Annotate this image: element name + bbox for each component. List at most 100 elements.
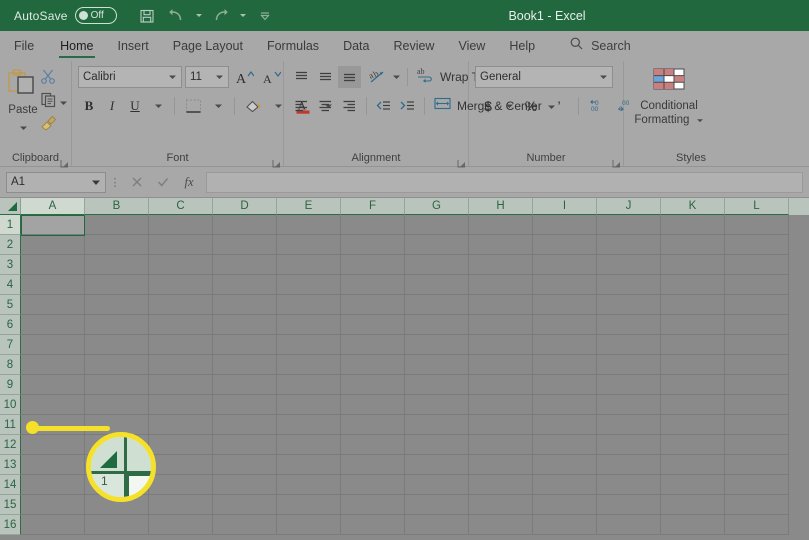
currency-dropdown-icon[interactable]	[503, 95, 516, 117]
bottom-align-button[interactable]	[338, 66, 361, 88]
cell-f10[interactable]	[341, 395, 405, 415]
cell-a16[interactable]	[21, 515, 85, 535]
cell-d15[interactable]	[213, 495, 277, 515]
cell-j16[interactable]	[597, 515, 661, 535]
cell-k10[interactable]	[661, 395, 725, 415]
column-header-j[interactable]: J	[597, 198, 661, 215]
borders-dropdown-icon[interactable]	[207, 95, 229, 117]
cell-h13[interactable]	[469, 455, 533, 475]
column-header-c[interactable]: C	[149, 198, 213, 215]
cell-d11[interactable]	[213, 415, 277, 435]
cell-a1[interactable]	[21, 215, 85, 235]
row-header-11[interactable]: 11	[0, 415, 21, 435]
cell-c16[interactable]	[149, 515, 213, 535]
row-header-13[interactable]: 13	[0, 455, 21, 475]
cell-a4[interactable]	[21, 275, 85, 295]
tab-review[interactable]: Review	[381, 31, 446, 61]
cell-k13[interactable]	[661, 455, 725, 475]
cell-a3[interactable]	[21, 255, 85, 275]
search-box[interactable]: Search	[569, 31, 631, 61]
fill-color-button[interactable]	[240, 95, 266, 117]
cell-a5[interactable]	[21, 295, 85, 315]
cell-b10[interactable]	[85, 395, 149, 415]
cell-i7[interactable]	[533, 335, 597, 355]
autosave-toggle[interactable]: Off	[74, 7, 117, 24]
cell-e5[interactable]	[277, 295, 341, 315]
cell-f15[interactable]	[341, 495, 405, 515]
row-header-12[interactable]: 12	[0, 435, 21, 455]
cell-l15[interactable]	[725, 495, 789, 515]
cell-g10[interactable]	[405, 395, 469, 415]
cell-a8[interactable]	[21, 355, 85, 375]
row-header-6[interactable]: 6	[0, 315, 21, 335]
alignment-dialog-launcher-icon[interactable]	[457, 155, 466, 168]
undo-icon[interactable]	[163, 4, 191, 28]
cell-g3[interactable]	[405, 255, 469, 275]
bold-button[interactable]: B	[78, 95, 100, 117]
cell-e8[interactable]	[277, 355, 341, 375]
cell-g16[interactable]	[405, 515, 469, 535]
row-header-5[interactable]: 5	[0, 295, 21, 315]
cell-c5[interactable]	[149, 295, 213, 315]
cell-f14[interactable]	[341, 475, 405, 495]
cell-e15[interactable]	[277, 495, 341, 515]
cell-d8[interactable]	[213, 355, 277, 375]
cancel-entry-icon[interactable]	[124, 171, 150, 193]
borders-button[interactable]	[180, 95, 206, 117]
cell-b2[interactable]	[85, 235, 149, 255]
cell-j8[interactable]	[597, 355, 661, 375]
cell-h9[interactable]	[469, 375, 533, 395]
row-header-16[interactable]: 16	[0, 515, 21, 535]
cell-f13[interactable]	[341, 455, 405, 475]
redo-dropdown-icon[interactable]	[237, 4, 249, 28]
cell-h8[interactable]	[469, 355, 533, 375]
cell-g9[interactable]	[405, 375, 469, 395]
cell-f4[interactable]	[341, 275, 405, 295]
cell-d10[interactable]	[213, 395, 277, 415]
cell-a12[interactable]	[21, 435, 85, 455]
cell-d13[interactable]	[213, 455, 277, 475]
cell-e4[interactable]	[277, 275, 341, 295]
cell-j13[interactable]	[597, 455, 661, 475]
row-header-7[interactable]: 7	[0, 335, 21, 355]
cell-h12[interactable]	[469, 435, 533, 455]
currency-format-button[interactable]: $	[475, 95, 501, 117]
comma-format-button[interactable]: ’	[546, 95, 572, 117]
cell-j6[interactable]	[597, 315, 661, 335]
cell-i11[interactable]	[533, 415, 597, 435]
column-header-d[interactable]: D	[213, 198, 277, 215]
font-name-input[interactable]: Calibri	[78, 66, 182, 88]
increase-decimal-button[interactable]: 0 00	[585, 95, 611, 117]
cell-g5[interactable]	[405, 295, 469, 315]
cell-l3[interactable]	[725, 255, 789, 275]
cell-g8[interactable]	[405, 355, 469, 375]
confirm-entry-icon[interactable]	[150, 171, 176, 193]
cell-h14[interactable]	[469, 475, 533, 495]
column-header-i[interactable]: I	[533, 198, 597, 215]
decrease-font-size-button[interactable]: A	[259, 66, 283, 88]
cell-l2[interactable]	[725, 235, 789, 255]
column-header-k[interactable]: K	[661, 198, 725, 215]
cell-f1[interactable]	[341, 215, 405, 235]
cell-k7[interactable]	[661, 335, 725, 355]
cell-f7[interactable]	[341, 335, 405, 355]
cell-d1[interactable]	[213, 215, 277, 235]
cell-f8[interactable]	[341, 355, 405, 375]
cell-a7[interactable]	[21, 335, 85, 355]
cell-e11[interactable]	[277, 415, 341, 435]
cell-l13[interactable]	[725, 455, 789, 475]
middle-align-button[interactable]	[314, 66, 337, 88]
tab-file[interactable]: File	[0, 31, 48, 61]
cell-e2[interactable]	[277, 235, 341, 255]
orientation-button[interactable]: a b	[366, 66, 389, 88]
row-header-2[interactable]: 2	[0, 235, 21, 255]
row-header-15[interactable]: 15	[0, 495, 21, 515]
increase-indent-button[interactable]	[396, 95, 419, 117]
cut-button[interactable]	[40, 68, 57, 89]
cell-d4[interactable]	[213, 275, 277, 295]
cell-j15[interactable]	[597, 495, 661, 515]
cell-l8[interactable]	[725, 355, 789, 375]
cell-b7[interactable]	[85, 335, 149, 355]
cell-j3[interactable]	[597, 255, 661, 275]
cell-k4[interactable]	[661, 275, 725, 295]
